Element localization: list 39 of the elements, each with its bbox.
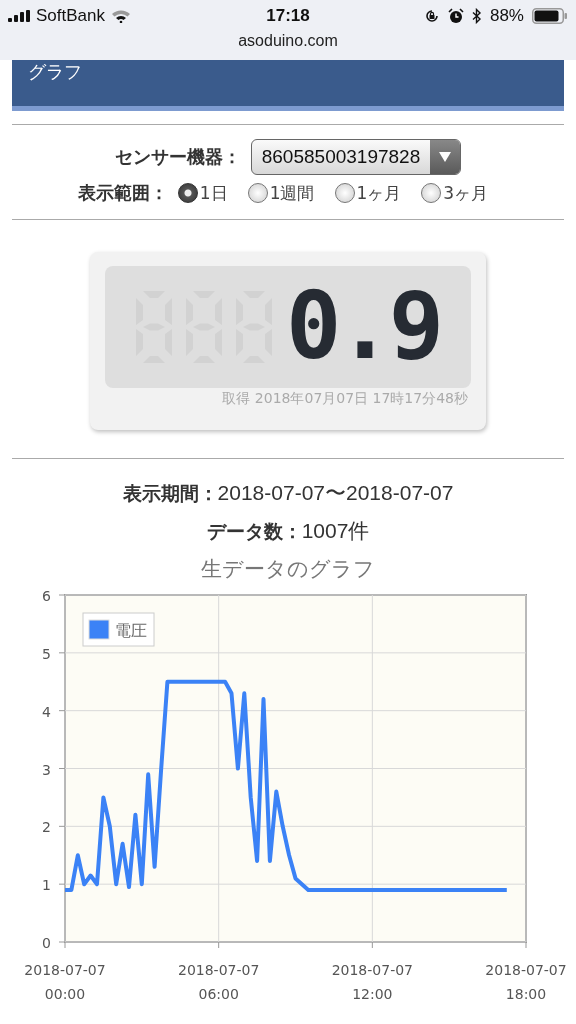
device-label: センサー機器： — [114, 145, 241, 169]
y-tick-label: 1 — [42, 877, 51, 894]
legend-label: 電圧 — [115, 621, 147, 640]
wifi-icon — [111, 9, 131, 23]
clock-time: 17:18 — [266, 6, 310, 26]
info-label: データ数： — [206, 519, 302, 544]
x-tick-label: 2018-07-07 00:00 — [24, 962, 106, 1002]
caret-icon — [439, 152, 452, 162]
range-radio[interactable]: 3ヶ月 — [421, 181, 489, 205]
y-tick-label: 0 — [42, 935, 51, 951]
carrier-name: SoftBank — [36, 6, 105, 26]
timestamp-text: 取得 2018年07月07日 17時17分48秒 — [221, 390, 469, 408]
info-label: 表示期間： — [122, 481, 218, 506]
battery-percent: 88% — [489, 6, 524, 26]
range-radio[interactable]: 1日 — [177, 181, 228, 205]
signal-icon — [8, 10, 30, 22]
range-label: 表示範囲： — [77, 181, 168, 205]
rotation-lock-icon — [423, 8, 440, 24]
info-value: 2018-07-07〜2018-07-07 — [217, 480, 454, 506]
x-tick-label: 2018-07-07 18:00 — [485, 962, 567, 1002]
range-radio[interactable]: 1週間 — [247, 181, 315, 205]
y-tick-label: 4 — [42, 703, 51, 720]
meter-reading: 0.9 — [285, 281, 441, 373]
x-tick-label: 2018-07-07 06:00 — [178, 962, 260, 1002]
url-text[interactable]: asoduino.com — [0, 32, 576, 50]
device-select[interactable]: 860585003197828 — [250, 139, 462, 175]
y-tick-label: 3 — [42, 761, 51, 778]
range-radio[interactable]: 1ヶ月 — [334, 181, 402, 205]
y-tick-label: 6 — [42, 588, 51, 604]
info-value: 1007件 — [301, 518, 370, 544]
header-title: グラフ — [28, 60, 82, 84]
legend-swatch — [88, 619, 110, 640]
chart-title: 生データのグラフ — [201, 556, 375, 583]
battery-icon — [532, 8, 568, 24]
y-tick-label: 2 — [42, 819, 51, 836]
y-tick-label: 5 — [42, 645, 51, 662]
alarm-icon — [447, 8, 464, 24]
bluetooth-icon — [471, 8, 482, 24]
x-tick-label: 2018-07-07 12:00 — [331, 962, 413, 1002]
